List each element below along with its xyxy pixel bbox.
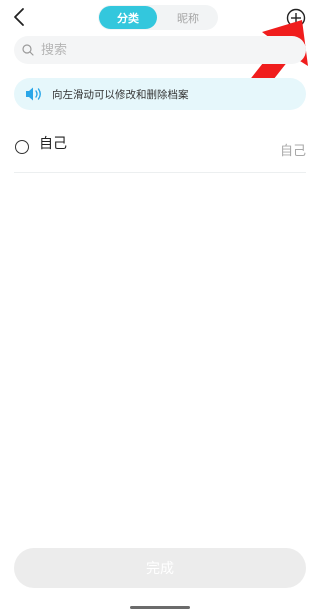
- segmented-control: 分类 昵称: [98, 5, 218, 30]
- tab-category[interactable]: 分类: [99, 6, 157, 29]
- search-icon: [21, 43, 35, 57]
- list-item-value: 自己: [279, 144, 306, 159]
- top-bar: 分类 昵称: [0, 0, 320, 34]
- add-button[interactable]: [284, 6, 308, 30]
- speaker-icon: [25, 85, 43, 103]
- tip-banner: 向左滑动可以修改和删除档案: [14, 78, 306, 110]
- back-button[interactable]: [8, 6, 30, 28]
- search-input[interactable]: [39, 41, 283, 59]
- radio-button[interactable]: [15, 140, 29, 154]
- search-bar[interactable]: [14, 36, 306, 64]
- chevron-left-icon: [14, 8, 24, 26]
- done-button[interactable]: 完成: [14, 548, 306, 588]
- list-item-name: 自己: [39, 136, 67, 152]
- list-item[interactable]: 自己 自己: [14, 126, 306, 173]
- plus-circle-icon: [286, 8, 306, 28]
- tab-nickname[interactable]: 昵称: [159, 6, 217, 29]
- tip-text: 向左滑动可以修改和删除档案: [52, 88, 189, 101]
- home-indicator: [130, 606, 190, 609]
